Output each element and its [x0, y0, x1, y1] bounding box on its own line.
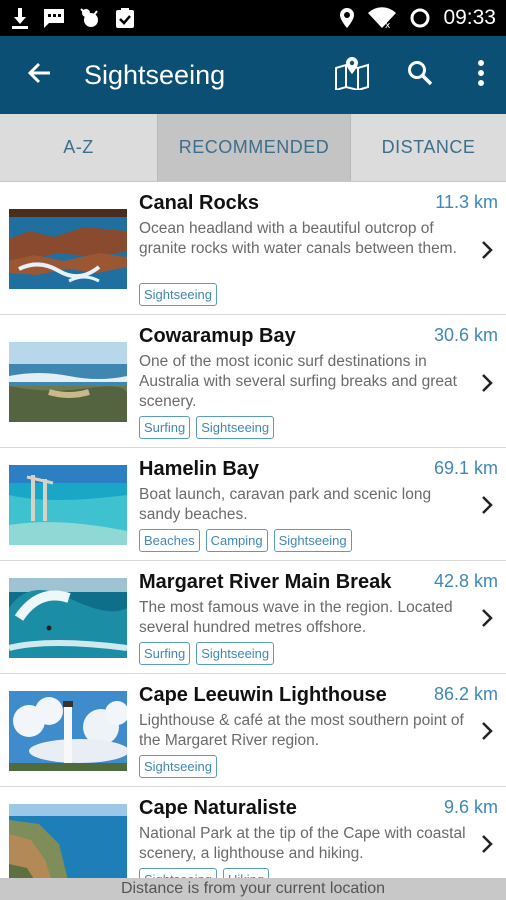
status-bar: x 09:33: [0, 0, 506, 36]
place-distance: 42.8 km: [433, 571, 498, 591]
place-name: Cape Leeuwin Lighthouse: [139, 684, 387, 706]
place-description: National Park at the tip of the Cape wit…: [139, 825, 466, 862]
status-time: 09:33: [443, 6, 496, 29]
map-button[interactable]: [320, 36, 384, 114]
chevron-right-icon: [480, 833, 494, 855]
more-vert-icon: [477, 59, 485, 91]
tag[interactable]: Sightseeing: [139, 283, 217, 306]
thumbnail-image: [9, 578, 127, 658]
thumbnail-image: [9, 465, 127, 545]
chevron-right-icon: [480, 607, 494, 629]
tag[interactable]: Beaches: [139, 529, 200, 552]
tab-distance[interactable]: DISTANCE: [351, 114, 506, 181]
download-icon: [10, 7, 30, 29]
overflow-menu-button[interactable]: [456, 36, 506, 114]
chevron-right-icon: [480, 239, 494, 261]
tag[interactable]: Sightseeing: [196, 416, 275, 439]
place-description: The most famous wave in the region. Loca…: [139, 599, 453, 636]
place-distance: 30.6 km: [433, 325, 498, 345]
thumbnail-image: [9, 342, 127, 422]
chevron-right-icon: [480, 494, 494, 516]
clipboard-check-icon: [114, 7, 136, 29]
list-item[interactable]: Cowaramup Bay 30.6 km One of the most ic…: [0, 315, 506, 448]
thumbnail-image: [9, 804, 127, 878]
place-distance: 9.6 km: [443, 797, 498, 817]
list-item[interactable]: Cape Leeuwin Lighthouse 86.2 km Lighthou…: [0, 674, 506, 787]
screen: x 09:33 Sightseeing A-Z RECOMMENDED DIST…: [0, 0, 506, 900]
tag[interactable]: Surfing: [139, 642, 191, 665]
place-description: One of the most iconic surf destinations…: [139, 353, 457, 410]
search-button[interactable]: [384, 36, 456, 114]
wifi-icon: x: [367, 7, 397, 29]
place-distance: 86.2 km: [433, 684, 498, 704]
tag-list: Surfing Sightseeing: [139, 642, 275, 665]
place-name: Canal Rocks: [139, 192, 260, 214]
thumbnail-image: [9, 209, 127, 289]
map-icon: [334, 56, 370, 95]
place-description: Ocean headland with a beautiful outcrop …: [139, 220, 457, 257]
place-name: Cape Naturaliste: [139, 797, 297, 819]
back-arrow-icon: [26, 61, 52, 90]
sort-tabs: A-Z RECOMMENDED DISTANCE: [0, 114, 506, 182]
tag[interactable]: Surfing: [139, 416, 191, 439]
list-item[interactable]: Margaret River Main Break 42.8 km The mo…: [0, 561, 506, 674]
location-icon: [339, 7, 355, 29]
tag-list: Surfing Sightseeing: [139, 416, 275, 439]
tab-recommended[interactable]: RECOMMENDED: [157, 114, 351, 181]
place-distance: 11.3 km: [435, 192, 498, 212]
search-icon: [407, 60, 433, 91]
place-name: Margaret River Main Break: [139, 571, 392, 593]
places-list[interactable]: Canal Rocks 11.3 km Ocean headland with …: [0, 182, 506, 878]
chevron-right-icon: [480, 720, 494, 742]
place-name: Hamelin Bay: [139, 458, 260, 480]
chevron-right-icon: [480, 372, 494, 394]
message-icon: [42, 7, 66, 29]
back-button[interactable]: [0, 36, 78, 114]
thumbnail-image: [9, 691, 127, 771]
svg-text:x: x: [385, 21, 391, 29]
place-name: Cowaramup Bay: [139, 325, 296, 347]
bug-icon: [78, 7, 102, 29]
app-bar: Sightseeing: [0, 36, 506, 114]
tab-a-z[interactable]: A-Z: [0, 114, 157, 181]
list-item[interactable]: Hamelin Bay 69.1 km Boat launch, caravan…: [0, 448, 506, 561]
tag[interactable]: Hiking: [222, 868, 270, 878]
tag-list: Beaches Camping Sightseeing: [139, 529, 352, 552]
tag-list: Sightseeing: [139, 283, 217, 306]
tag[interactable]: Camping: [205, 529, 268, 552]
page-title: Sightseeing: [84, 59, 226, 90]
list-item[interactable]: Canal Rocks 11.3 km Ocean headland with …: [0, 182, 506, 315]
tag[interactable]: Sightseeing: [139, 755, 217, 778]
tag[interactable]: Sightseeing: [273, 529, 352, 552]
place-description: Lighthouse & café at the most southern p…: [139, 712, 464, 749]
circle-icon: [409, 7, 431, 29]
tag-list: Sightseeing: [139, 755, 217, 778]
tag-list: Sightseeing Hiking: [139, 868, 270, 878]
list-item[interactable]: Cape Naturaliste 9.6 km National Park at…: [0, 787, 506, 878]
distance-note: Distance is from your current location: [0, 878, 506, 900]
tag[interactable]: Sightseeing: [139, 868, 217, 878]
tag[interactable]: Sightseeing: [196, 642, 275, 665]
place-distance: 69.1 km: [433, 458, 498, 478]
place-description: Boat launch, caravan park and scenic lon…: [139, 486, 432, 523]
